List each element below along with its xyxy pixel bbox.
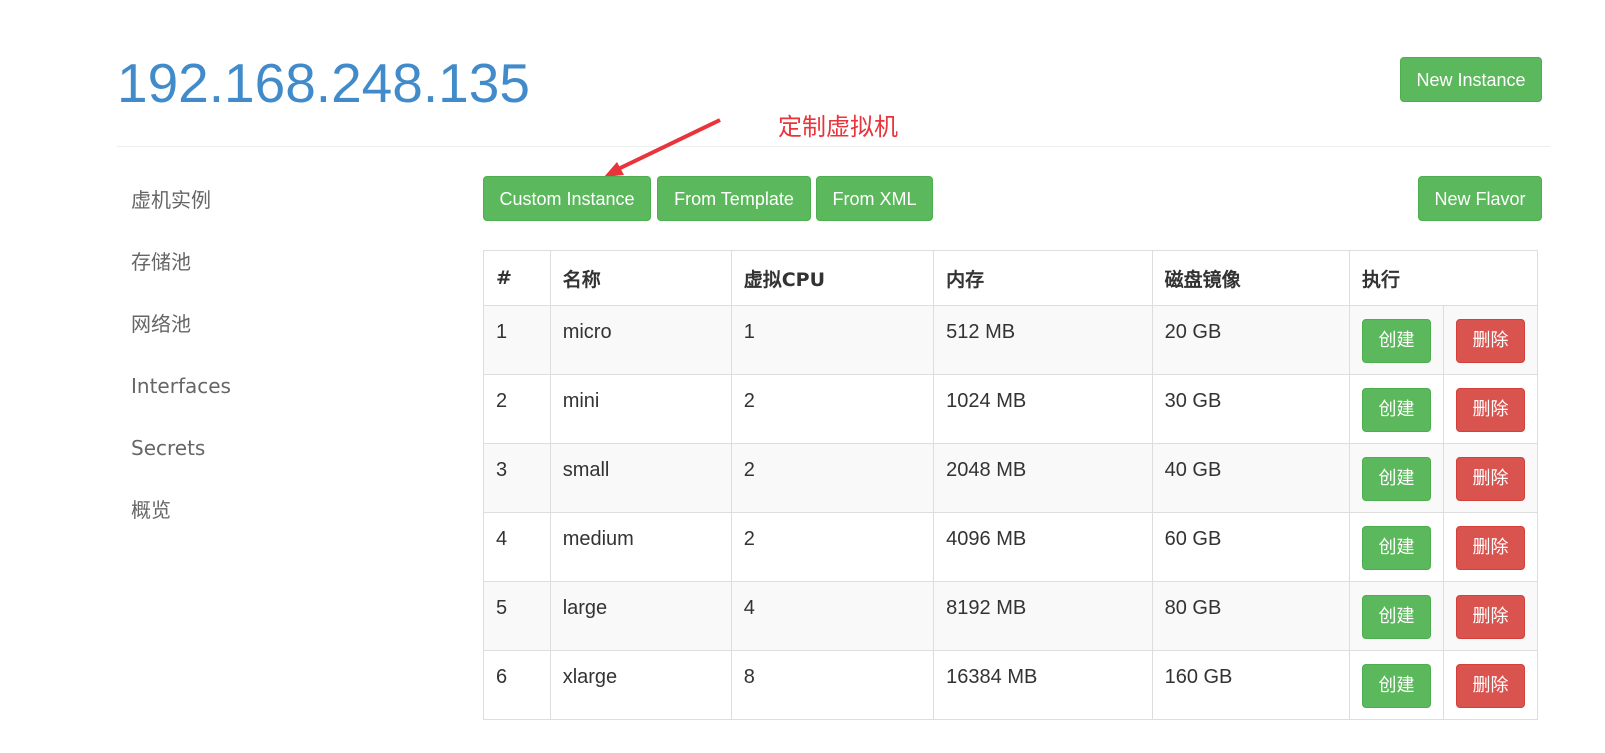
create-button[interactable]: 创建: [1361, 388, 1431, 432]
cell-id: 2: [483, 374, 551, 444]
delete-button[interactable]: 删除: [1455, 526, 1525, 570]
from-xml-button[interactable]: From XML: [816, 176, 933, 221]
cell-create: 创建: [1348, 581, 1444, 651]
table-row: 2 mini 2 1024 MB 30 GB 创建 删除: [483, 374, 1539, 444]
cell-id: 4: [483, 512, 551, 582]
column-header-id: #: [483, 250, 551, 306]
cell-create: 创建: [1348, 374, 1444, 444]
custom-instance-button[interactable]: Custom Instance: [483, 176, 651, 221]
sidebar-item-secrets[interactable]: Secrets: [131, 434, 205, 462]
cell-name: mini: [549, 374, 732, 444]
cell-memory: 512 MB: [933, 305, 1153, 375]
cell-vcpu: 2: [730, 443, 935, 513]
sidebar-item-overview[interactable]: 概览: [131, 496, 171, 524]
cell-vcpu: 8: [730, 650, 935, 720]
column-header-name: 名称: [549, 250, 732, 306]
cell-create: 创建: [1348, 512, 1444, 582]
create-button[interactable]: 创建: [1361, 664, 1431, 708]
cell-name: small: [549, 443, 732, 513]
cell-id: 3: [483, 443, 551, 513]
cell-disk: 160 GB: [1151, 650, 1350, 720]
new-flavor-button[interactable]: New Flavor: [1418, 176, 1542, 221]
cell-disk: 30 GB: [1151, 374, 1350, 444]
sidebar-item-networks[interactable]: 网络池: [131, 310, 191, 338]
from-template-button[interactable]: From Template: [657, 176, 811, 221]
cell-id: 1: [483, 305, 551, 375]
cell-vcpu: 1: [730, 305, 935, 375]
delete-button[interactable]: 删除: [1455, 388, 1525, 432]
table-row: 6 xlarge 8 16384 MB 160 GB 创建 删除: [483, 650, 1539, 720]
cell-name: micro: [549, 305, 732, 375]
arrow-head: [604, 162, 624, 177]
column-header-memory: 内存: [933, 250, 1153, 306]
new-instance-button[interactable]: New Instance: [1400, 57, 1542, 102]
cell-delete: 删除: [1442, 374, 1539, 444]
cell-create: 创建: [1348, 443, 1444, 513]
cell-name: medium: [549, 512, 732, 582]
header-divider: [117, 146, 1550, 147]
create-button[interactable]: 创建: [1361, 526, 1431, 570]
sidebar-item-interfaces[interactable]: Interfaces: [131, 372, 231, 400]
column-header-actions: 执行: [1348, 250, 1539, 306]
table-row: 3 small 2 2048 MB 40 GB 创建 删除: [483, 443, 1539, 513]
annotation-label: 定制虚拟机: [778, 113, 898, 141]
column-header-disk: 磁盘镜像: [1151, 250, 1350, 306]
cell-id: 5: [483, 581, 551, 651]
column-header-vcpu: 虚拟CPU: [730, 250, 935, 306]
cell-delete: 删除: [1442, 443, 1539, 513]
cell-memory: 2048 MB: [933, 443, 1153, 513]
delete-button[interactable]: 删除: [1455, 595, 1525, 639]
cell-memory: 4096 MB: [933, 512, 1153, 582]
create-button[interactable]: 创建: [1361, 595, 1431, 639]
table-row: 5 large 4 8192 MB 80 GB 创建 删除: [483, 581, 1539, 651]
cell-vcpu: 2: [730, 374, 935, 444]
delete-button[interactable]: 删除: [1455, 457, 1525, 501]
cell-vcpu: 4: [730, 581, 935, 651]
table-row: 4 medium 2 4096 MB 60 GB 创建 删除: [483, 512, 1539, 582]
cell-disk: 80 GB: [1151, 581, 1350, 651]
cell-delete: 删除: [1442, 305, 1539, 375]
sidebar-item-instances[interactable]: 虚机实例: [131, 186, 211, 214]
cell-memory: 16384 MB: [933, 650, 1153, 720]
create-button[interactable]: 创建: [1361, 319, 1431, 363]
cell-disk: 60 GB: [1151, 512, 1350, 582]
cell-vcpu: 2: [730, 512, 935, 582]
cell-create: 创建: [1348, 305, 1444, 375]
cell-memory: 1024 MB: [933, 374, 1153, 444]
page: 192.168.248.135 New Instance 定制虚拟机 虚机实例 …: [0, 0, 1605, 753]
delete-button[interactable]: 删除: [1455, 319, 1525, 363]
cell-disk: 40 GB: [1151, 443, 1350, 513]
create-button[interactable]: 创建: [1361, 457, 1431, 501]
delete-button[interactable]: 删除: [1455, 664, 1525, 708]
sidebar-item-storage[interactable]: 存储池: [131, 248, 191, 276]
table-header-row: # 名称 虚拟CPU 内存 磁盘镜像 执行: [483, 250, 1539, 306]
cell-create: 创建: [1348, 650, 1444, 720]
cell-delete: 删除: [1442, 650, 1539, 720]
cell-delete: 删除: [1442, 512, 1539, 582]
flavors-table: # 名称 虚拟CPU 内存 磁盘镜像 执行 1 micro 1 512 MB 2…: [483, 250, 1539, 720]
cell-name: xlarge: [549, 650, 732, 720]
table-row: 1 micro 1 512 MB 20 GB 创建 删除: [483, 305, 1539, 375]
cell-disk: 20 GB: [1151, 305, 1350, 375]
cell-delete: 删除: [1442, 581, 1539, 651]
cell-memory: 8192 MB: [933, 581, 1153, 651]
page-title: 192.168.248.135: [117, 52, 530, 114]
cell-name: large: [549, 581, 732, 651]
cell-id: 6: [483, 650, 551, 720]
